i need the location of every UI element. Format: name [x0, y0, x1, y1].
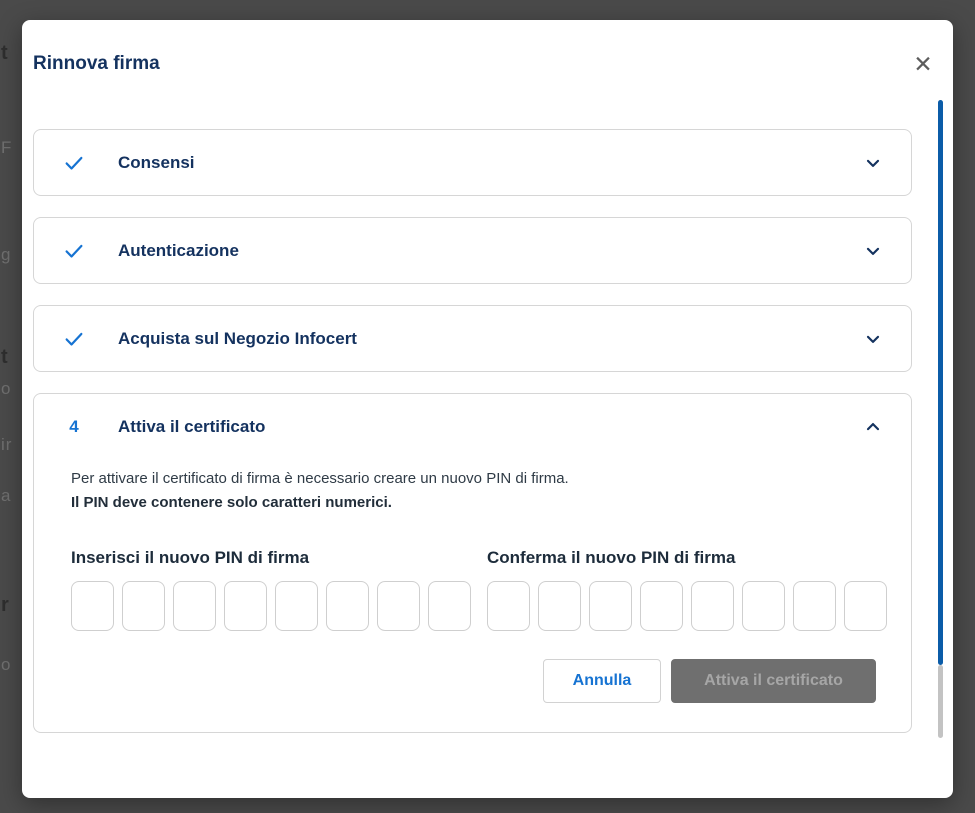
accordion-step-attiva-certificato-header[interactable]: 4 Attiva il certificato — [34, 394, 911, 459]
accordion-step-acquista-header[interactable]: Acquista sul Negozio Infocert — [34, 306, 911, 371]
new-pin-digit-8[interactable] — [428, 581, 471, 631]
attiva-certificato-body: Per attivare il certificato di firma è n… — [34, 459, 911, 732]
step-label: Consensi — [118, 153, 195, 173]
accordion-step-consensi-header[interactable]: Consensi — [34, 130, 911, 195]
accordion-step-acquista: Acquista sul Negozio Infocert — [33, 305, 912, 372]
step-label: Autenticazione — [118, 241, 239, 261]
new-pin-digit-5[interactable] — [275, 581, 318, 631]
renew-signature-modal: Rinnova firma ✕ Consensi Autenticaz — [22, 20, 953, 798]
backdrop-text-fragment: g — [1, 245, 11, 265]
confirm-pin-digit-6[interactable] — [742, 581, 785, 631]
activate-certificate-button[interactable]: Attiva il certificato — [671, 659, 876, 703]
accordion-step-attiva-certificato: 4 Attiva il certificato Per attivare il … — [33, 393, 912, 733]
confirm-pin-digit-7[interactable] — [793, 581, 836, 631]
button-row: Annulla Attiva il certificato — [71, 659, 885, 703]
step-label: Acquista sul Negozio Infocert — [118, 329, 357, 349]
new-pin-group: Inserisci il nuovo PIN di firma — [71, 548, 471, 631]
accordion-step-autenticazione-header[interactable]: Autenticazione — [34, 218, 911, 283]
confirm-pin-group: Conferma il nuovo PIN di firma — [487, 548, 887, 631]
pin-area: Inserisci il nuovo PIN di firma — [71, 548, 885, 631]
step-number: 4 — [63, 417, 85, 437]
pin-instructions: Per attivare il certificato di firma è n… — [71, 467, 885, 515]
backdrop-text-fragment: t — [1, 42, 9, 65]
backdrop-text-fragment: o — [1, 655, 11, 675]
cancel-button[interactable]: Annulla — [543, 659, 661, 703]
modal-title: Rinnova firma — [33, 53, 160, 75]
check-icon — [63, 328, 85, 350]
chevron-down-icon — [863, 153, 883, 173]
confirm-pin-digit-1[interactable] — [487, 581, 530, 631]
chevron-down-icon — [863, 329, 883, 349]
confirm-pin-label: Conferma il nuovo PIN di firma — [487, 548, 887, 568]
new-pin-digit-6[interactable] — [326, 581, 369, 631]
new-pin-digit-7[interactable] — [377, 581, 420, 631]
backdrop-text-fragment: o — [1, 379, 11, 399]
new-pin-digit-1[interactable] — [71, 581, 114, 631]
accordion-step-consensi: Consensi — [33, 129, 912, 196]
confirm-pin-digit-3[interactable] — [589, 581, 632, 631]
new-pin-label: Inserisci il nuovo PIN di firma — [71, 548, 471, 568]
steps-accordion: Consensi Autenticazione — [33, 129, 912, 733]
confirm-pin-inputs — [487, 581, 887, 631]
step-label: Attiva il certificato — [118, 417, 265, 437]
chevron-down-icon — [863, 241, 883, 261]
pin-instructions-line1: Per attivare il certificato di firma è n… — [71, 467, 885, 491]
pin-instructions-line2: Il PIN deve contenere solo caratteri num… — [71, 491, 885, 515]
new-pin-digit-2[interactable] — [122, 581, 165, 631]
new-pin-digit-3[interactable] — [173, 581, 216, 631]
close-icon[interactable]: ✕ — [907, 48, 939, 80]
confirm-pin-digit-4[interactable] — [640, 581, 683, 631]
confirm-pin-digit-2[interactable] — [538, 581, 581, 631]
check-icon — [63, 240, 85, 262]
scrollbar-thumb[interactable] — [938, 100, 943, 665]
confirm-pin-digit-5[interactable] — [691, 581, 734, 631]
accordion-step-autenticazione: Autenticazione — [33, 217, 912, 284]
backdrop-text-fragment: t — [1, 346, 9, 369]
check-icon — [63, 152, 85, 174]
new-pin-inputs — [71, 581, 471, 631]
new-pin-digit-4[interactable] — [224, 581, 267, 631]
chevron-up-icon — [863, 417, 883, 437]
backdrop-text-fragment: ir — [1, 435, 12, 455]
backdrop-text-fragment: F — [1, 138, 12, 158]
backdrop-text-fragment: r — [1, 594, 10, 617]
scrollbar-track[interactable] — [938, 665, 943, 738]
confirm-pin-digit-8[interactable] — [844, 581, 887, 631]
backdrop-text-fragment: a — [1, 486, 11, 506]
